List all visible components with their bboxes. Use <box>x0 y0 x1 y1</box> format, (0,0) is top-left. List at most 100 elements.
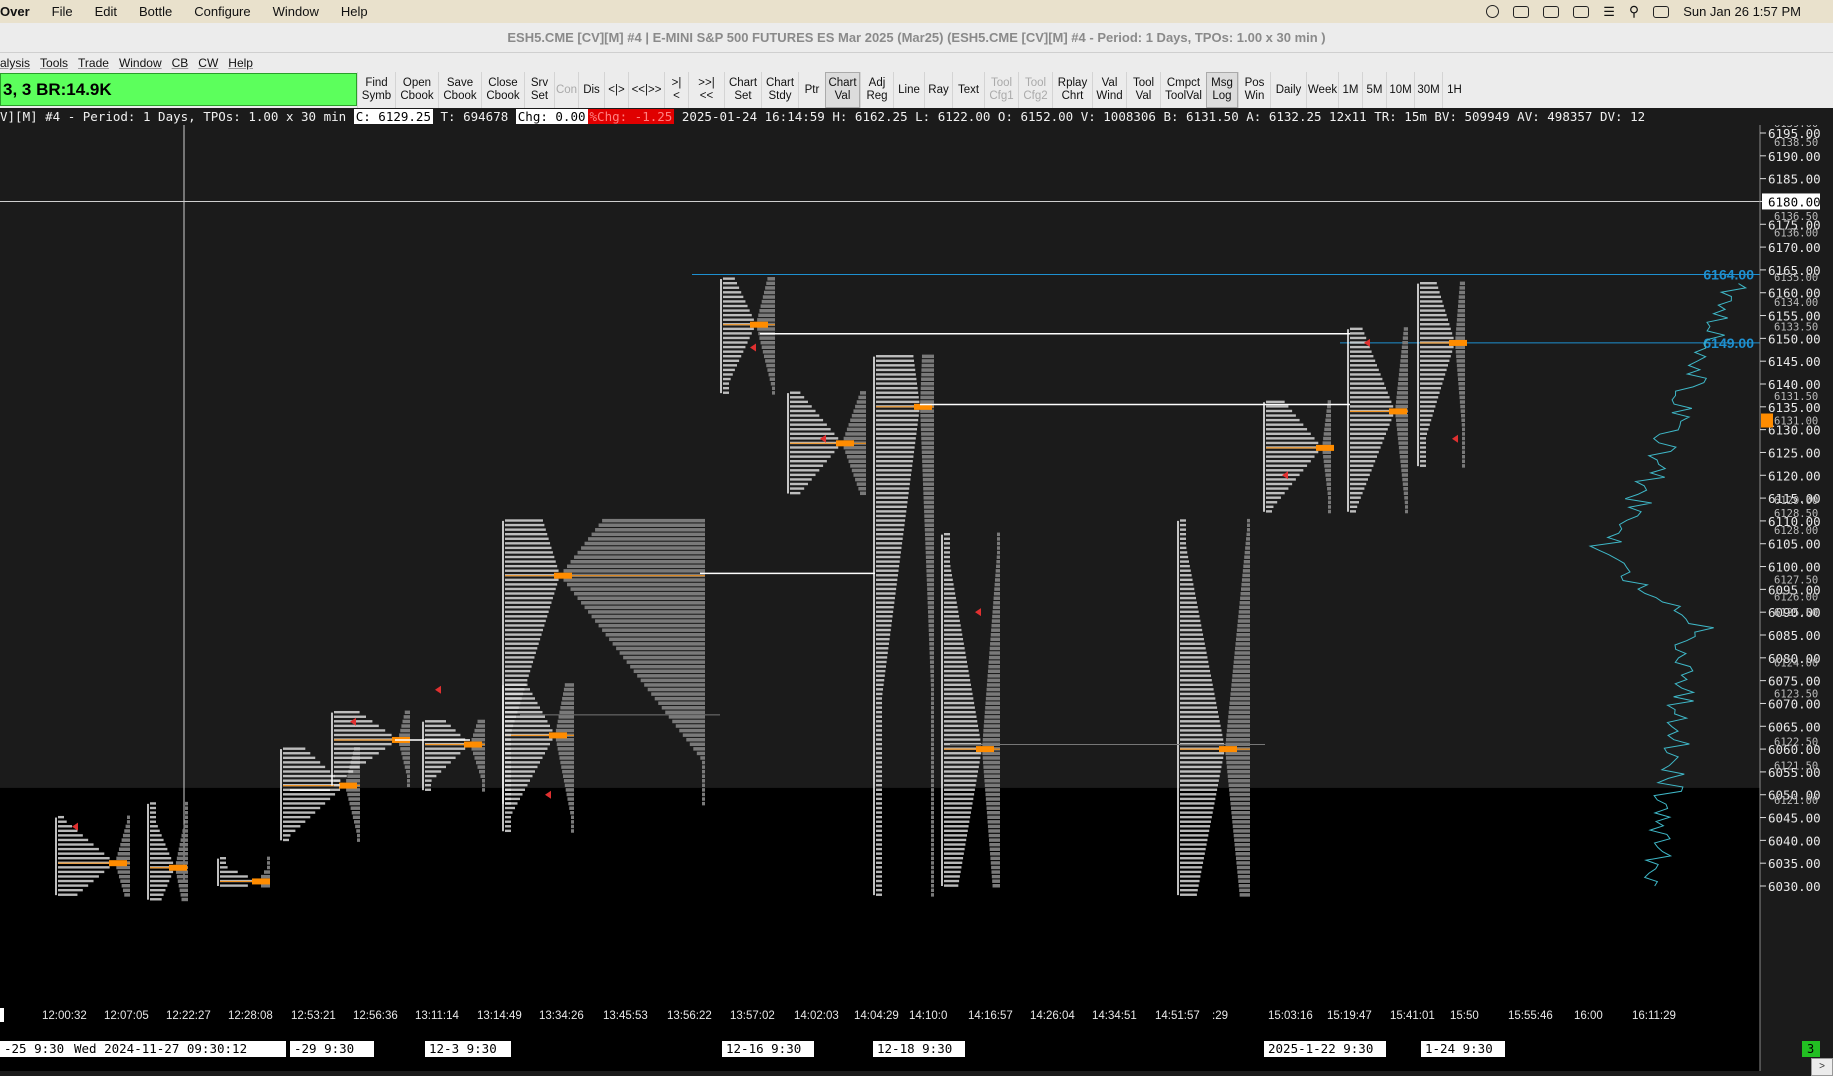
app-menu-name[interactable]: Over <box>0 4 30 19</box>
toolbar-button-[interactable]: <|> <box>604 72 628 108</box>
tpo-letter-row <box>1420 386 1441 390</box>
tpo-letter-row <box>876 574 898 577</box>
tpo-letter-row <box>1180 765 1222 769</box>
toolbar-button-srv-set[interactable]: Srv Set <box>524 72 554 108</box>
toolbar-button-[interactable]: >>|<< <box>688 72 724 108</box>
volume-bar <box>117 852 130 856</box>
tpo-letter-row <box>876 505 907 509</box>
volume-bar <box>630 664 705 669</box>
menu-configure[interactable]: Configure <box>194 4 250 19</box>
toolbar-button-daily[interactable]: Daily <box>1270 72 1306 108</box>
app-menu-cw[interactable]: CW <box>198 56 218 70</box>
tpo-letter-row <box>723 377 731 381</box>
volume-bar <box>931 760 934 765</box>
volume-bar <box>1404 496 1408 500</box>
app-menu-window[interactable]: Window <box>119 56 162 70</box>
time-label: 14:34:51 <box>1092 1010 1137 1022</box>
tpo-letter-row <box>1180 688 1214 691</box>
tpo-letter-row <box>334 710 360 714</box>
toolbar-button-chart-set[interactable]: Chart Set <box>724 72 761 108</box>
toolbar-button-ray[interactable]: Ray <box>924 72 952 108</box>
toolbar-button-find-symb[interactable]: Find Symb <box>357 72 395 108</box>
tpo-letter-row <box>505 710 518 714</box>
toolbar-button-open-cbook[interactable]: Open Cbook <box>395 72 438 108</box>
toolbar-button-tool-cfg1[interactable]: Tool Cfg1 <box>984 72 1018 108</box>
volume-bar <box>1395 404 1408 409</box>
toolbar-button-1h[interactable]: 1H <box>1442 72 1466 108</box>
volume-bar <box>986 806 1000 810</box>
volume-bar <box>1403 331 1408 336</box>
toolbar-button-30m[interactable]: 30M <box>1414 72 1442 108</box>
tpo-letter-row <box>944 733 980 737</box>
tpo-letter-row <box>505 560 556 563</box>
toolbar-button-line[interactable]: Line <box>893 72 924 108</box>
volume-bar <box>555 728 574 733</box>
tpo-letter-row <box>334 747 386 750</box>
toolbar-button-text[interactable]: Text <box>952 72 984 108</box>
toolbar-button-close-cbook[interactable]: Close Cbook <box>481 72 524 108</box>
tpo-letter-row <box>790 428 831 431</box>
toolbar-button-dis[interactable]: Dis <box>578 72 604 108</box>
toolbar-button-10m[interactable]: 10M <box>1386 72 1414 108</box>
tpo-letter-row <box>790 432 835 435</box>
clock[interactable]: Sun Jan 26 1:57 PM <box>1683 4 1801 19</box>
menu-help[interactable]: Help <box>341 4 368 19</box>
toolbar-button-5m[interactable]: 5M <box>1362 72 1386 108</box>
display-icon[interactable] <box>1513 5 1530 18</box>
app-menu-trade[interactable]: Trade <box>78 56 109 70</box>
menu-file[interactable]: File <box>52 4 73 19</box>
toolbar-button-pos-win[interactable]: Pos Win <box>1238 72 1270 108</box>
app-menu-analysis[interactable]: alysis <box>0 56 30 70</box>
app-menu-help[interactable]: Help <box>228 56 253 70</box>
volume-bar <box>356 829 360 833</box>
battery-icon[interactable] <box>1573 5 1590 18</box>
tpo-letter-row <box>1350 423 1390 426</box>
toolbar-button-val-wind[interactable]: Val Wind <box>1092 72 1126 108</box>
control-center-icon[interactable] <box>1653 5 1670 18</box>
toolbar-button-chart-stdy[interactable]: Chart Stdy <box>761 72 798 108</box>
menu-bottle[interactable]: Bottle <box>139 4 172 19</box>
volume-bar <box>921 436 934 441</box>
app-menu-cb[interactable]: CB <box>172 56 189 70</box>
scroll-right-button[interactable]: > <box>1811 1058 1833 1076</box>
tpo-letter-row <box>876 546 902 550</box>
toolbar-button-tool-cfg2[interactable]: Tool Cfg2 <box>1018 72 1052 108</box>
menu-window[interactable]: Window <box>273 4 319 19</box>
volume-bar <box>1231 678 1250 683</box>
tpo-letter-row <box>876 665 886 668</box>
position-summary-box[interactable]: 3, 3 BR:14.9K <box>0 73 357 106</box>
wifi-icon[interactable]: ☰ <box>1603 4 1615 20</box>
toolbar-button-con[interactable]: Con <box>554 72 578 108</box>
menu-edit[interactable]: Edit <box>95 4 117 19</box>
toolbar-button-[interactable]: <<|>> <box>628 72 664 108</box>
tpo-letter-row <box>1420 350 1453 353</box>
tpo-letter-row <box>1180 606 1198 609</box>
volume-bar <box>702 792 705 797</box>
tpo-letter-row <box>58 866 110 869</box>
toolbar-button-1m[interactable]: 1M <box>1338 72 1362 108</box>
volume-bar <box>920 391 934 395</box>
price-minor-label: 6122.50 <box>1774 736 1818 748</box>
car-icon[interactable] <box>1543 5 1560 18</box>
app-menu-tools[interactable]: Tools <box>40 56 68 70</box>
search-icon[interactable]: ⚲ <box>1629 3 1639 20</box>
tpo-letter-row <box>1266 432 1311 435</box>
tpo-letter-row <box>505 793 511 796</box>
toolbar-button-week[interactable]: Week <box>1306 72 1338 108</box>
toolbar-button-cmpct-toolval[interactable]: Cmpct ToolVal <box>1160 72 1206 108</box>
volume-bar <box>1458 299 1465 304</box>
volume-bar <box>563 569 705 573</box>
toolbar-button-rplay-chrt[interactable]: Rplay Chrt <box>1052 72 1092 108</box>
toolbar-button-msg-log[interactable]: Msg Log <box>1206 72 1238 108</box>
volume-bar <box>988 664 1000 669</box>
toolbar-button-adj-reg[interactable]: Adj Reg <box>860 72 893 108</box>
toolbar-button-ptr[interactable]: Ptr <box>798 72 825 108</box>
tpo-letter-row <box>58 834 83 837</box>
toolbar-button-tool-val[interactable]: Tool Val <box>1126 72 1160 108</box>
focus-icon[interactable] <box>1486 5 1500 18</box>
tpo-chart[interactable]: 6164.006149.006195.006190.006185.006180.… <box>0 125 1833 1071</box>
toolbar-button-[interactable]: >|< <box>664 72 688 108</box>
volume-bar <box>931 879 934 883</box>
toolbar-button-chart-val[interactable]: Chart Val <box>825 72 860 108</box>
toolbar-button-save-cbook[interactable]: Save Cbook <box>438 72 481 108</box>
